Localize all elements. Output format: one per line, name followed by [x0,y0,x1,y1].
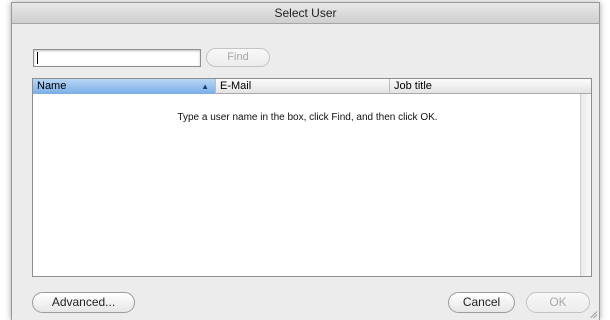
column-header-label: E-Mail [220,80,252,92]
column-header-name[interactable]: Name ▲ [33,79,216,94]
user-search-input[interactable] [33,49,201,67]
advanced-button[interactable]: Advanced... [32,292,135,313]
resize-grip-icon[interactable] [587,308,598,319]
table-header: Name ▲ E-Mail Job title [33,79,591,94]
column-header-job-title[interactable]: Job title [390,79,582,94]
empty-table-hint: Type a user name in the box, click Find,… [177,112,438,123]
column-header-label: Name [37,80,67,92]
ok-button[interactable]: OK [526,292,590,313]
cancel-button[interactable]: Cancel [448,292,515,313]
column-header-email[interactable]: E-Mail [216,79,390,94]
user-results-table: Name ▲ E-Mail Job title Type a user name… [32,78,592,277]
text-caret [37,52,38,64]
window-title: Select User [12,3,599,24]
find-button[interactable]: Find [206,48,270,67]
column-header-label: Job title [394,80,432,92]
select-user-dialog: Select User Find Name ▲ E-Mail Job title… [11,2,600,320]
vertical-scrollbar[interactable] [580,94,591,276]
sort-ascending-icon: ▲ [201,82,209,91]
